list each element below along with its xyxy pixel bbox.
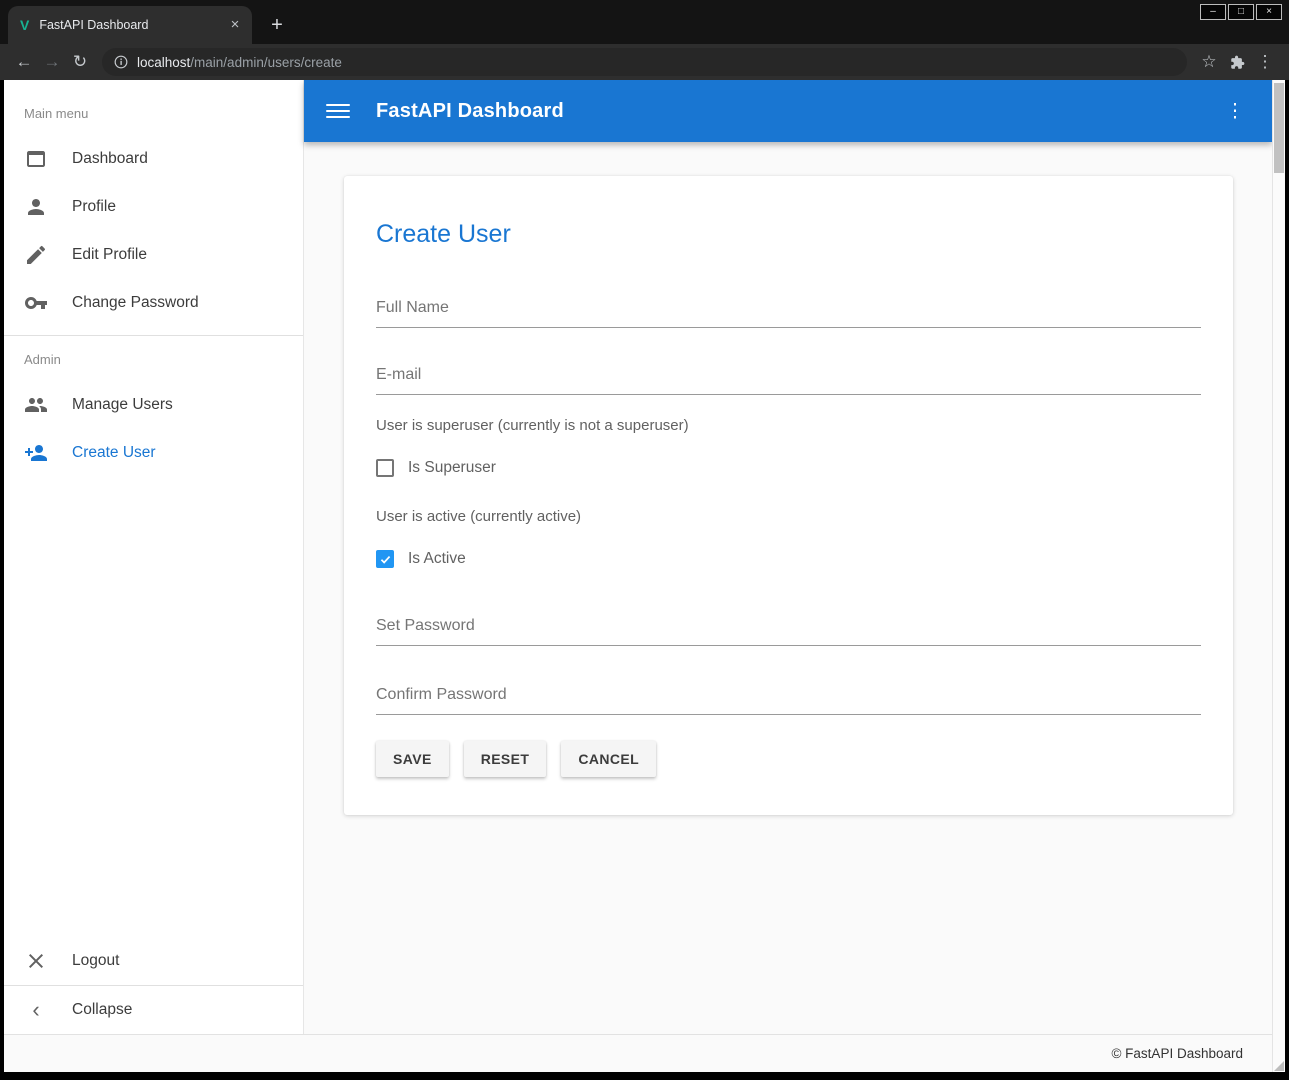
chevron-left-icon: ‹ [24,998,48,1022]
is-superuser-checkbox[interactable] [376,459,394,477]
bookmark-star-icon[interactable]: ☆ [1195,48,1223,76]
is-superuser-label: Is Superuser [408,459,496,477]
hamburger-menu-icon[interactable] [326,99,350,123]
sidebar-section-admin: Admin [4,336,303,381]
sidebar-item-label: Dashboard [72,150,148,168]
reload-icon[interactable]: ↻ [66,48,94,76]
people-icon [24,393,48,417]
window-close-button[interactable]: × [1256,4,1282,20]
is-active-label: Is Active [408,550,466,568]
browser-toolbar: ← → ↻ localhost/main/admin/users/create … [0,44,1289,80]
checkmark-icon [379,553,392,566]
page-footer: © FastAPI Dashboard [4,1034,1285,1072]
confirm-password-input[interactable] [376,686,1201,715]
sidebar-item-edit-profile[interactable]: Edit Profile [4,231,303,279]
app-bar: FastAPI Dashboard ⋮ [304,80,1272,142]
browser-menu-icon[interactable]: ⋮ [1251,48,1279,76]
set-password-field [376,617,1201,646]
web-page: Main menu Dashboard Profile Edit Profile… [4,80,1285,1072]
new-tab-button[interactable]: + [262,10,292,40]
sidebar-item-label: Change Password [72,294,199,312]
vuetify-favicon-icon: V [20,17,29,33]
superuser-note: User is superuser (currently is not a su… [376,417,1201,434]
sidebar-item-profile[interactable]: Profile [4,183,303,231]
sidebar-item-label: Logout [72,952,119,970]
email-input[interactable] [376,366,1201,395]
extension-puzzle-icon [1230,55,1245,70]
cancel-button[interactable]: CANCEL [561,741,656,777]
url-text: localhost/main/admin/users/create [137,55,342,70]
save-button[interactable]: SAVE [376,741,449,777]
tab-close-icon[interactable]: × [226,16,244,34]
copyright-text: © FastAPI Dashboard [1111,1046,1243,1061]
page-info-icon [114,55,128,69]
sidebar-item-create-user[interactable]: Create User [4,429,303,477]
appbar-title: FastAPI Dashboard [376,100,564,123]
full-name-input[interactable] [376,299,1201,328]
person-icon [24,195,48,219]
back-icon[interactable]: ← [10,48,38,76]
tab-title: FastAPI Dashboard [39,18,216,32]
sidebar-item-logout[interactable]: Logout [4,937,303,985]
page-title: Create User [376,220,1201,249]
is-active-checkbox-row[interactable]: Is Active [376,549,1201,569]
person-add-icon [24,441,48,465]
extensions-icon[interactable] [1223,48,1251,76]
sidebar-item-label: Create User [72,444,156,462]
browser-tab-bar: V FastAPI Dashboard × + – □ × [0,0,1289,44]
edit-pencil-icon [24,243,48,267]
full-name-field [376,299,1201,328]
sidebar-item-dashboard[interactable]: Dashboard [4,135,303,183]
browser-tab[interactable]: V FastAPI Dashboard × [8,6,252,44]
window-controls: – □ × [1200,4,1282,20]
page-scrollbar[interactable] [1272,80,1285,1072]
form-buttons: SAVE RESET CANCEL [376,741,1201,777]
sidebar-item-change-password[interactable]: Change Password [4,279,303,327]
window-maximize-button[interactable]: □ [1228,4,1254,20]
address-bar[interactable]: localhost/main/admin/users/create [102,48,1187,76]
resize-grip[interactable] [1274,1061,1284,1071]
url-host: localhost [137,55,190,70]
page-body: Main menu Dashboard Profile Edit Profile… [4,80,1272,1034]
sidebar-section-main-menu: Main menu [4,80,303,135]
sidebar-item-label: Manage Users [72,396,173,414]
content-area: Create User User is superuser (currently… [304,142,1272,1034]
key-icon [24,291,48,315]
forward-icon[interactable]: → [38,48,66,76]
sidebar-item-label: Profile [72,198,116,216]
sidebar: Main menu Dashboard Profile Edit Profile… [4,80,304,1034]
sidebar-item-label: Edit Profile [72,246,147,264]
set-password-input[interactable] [376,617,1201,646]
active-note: User is active (currently active) [376,508,1201,525]
dashboard-icon [24,147,48,171]
url-path: /main/admin/users/create [190,55,342,70]
sidebar-item-collapse[interactable]: ‹ Collapse [4,986,303,1034]
logout-x-icon [24,949,48,973]
sidebar-item-label: Collapse [72,1001,132,1019]
is-active-checkbox[interactable] [376,550,394,568]
scrollbar-thumb[interactable] [1274,83,1284,173]
appbar-overflow-menu-icon[interactable]: ⋮ [1220,96,1250,126]
sidebar-spacer [4,477,303,937]
confirm-password-field [376,686,1201,715]
reset-button[interactable]: RESET [464,741,547,777]
is-superuser-checkbox-row[interactable]: Is Superuser [376,458,1201,478]
email-field [376,366,1201,395]
create-user-card: Create User User is superuser (currently… [344,176,1233,815]
sidebar-item-manage-users[interactable]: Manage Users [4,381,303,429]
window-minimize-button[interactable]: – [1200,4,1226,20]
main-area: FastAPI Dashboard ⋮ Create User User is … [304,80,1272,1034]
